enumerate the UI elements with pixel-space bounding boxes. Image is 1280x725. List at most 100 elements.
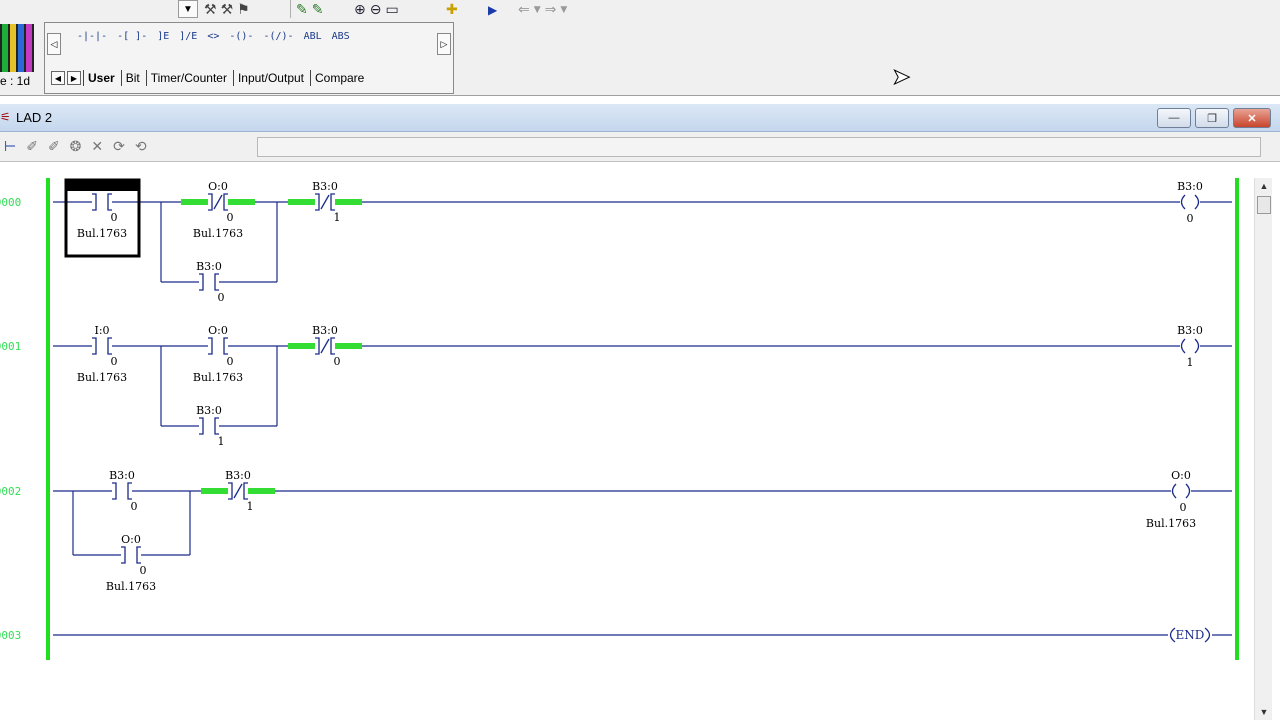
restore-button[interactable]: ❐ [1195,108,1229,128]
rung-2-element-1-address: O:0 [121,533,141,546]
rung-1-element-0-bit: 0 [111,355,118,368]
rung-1-element-4[interactable] [1180,338,1200,354]
rung-1-element-0-gap [92,339,112,353]
dropdown-arrow-icon[interactable]: ▼ [178,0,198,18]
tab-input-output[interactable]: Input/Output [232,70,310,86]
rung-2-element-1[interactable] [121,546,141,564]
rung-1-element-4-address: B3:0 [1177,324,1203,337]
rung-0-element-0-address: I:0 [94,180,109,193]
instruction-buttons: -|-|- -[ ]- ]E ]/E <> -()- -(/)- ABL ABS [77,31,350,42]
delete-icon[interactable]: ✕ [91,138,103,155]
rung-1-element-2-gap [199,419,219,433]
rung-2-element-3-bit: 0 [1180,501,1187,514]
rung-1-element-1-bit: 0 [227,355,234,368]
instruction-button-6[interactable]: -(/)- [263,31,293,42]
rung-0-element-0-gap [92,195,112,209]
rung-0-element-2[interactable] [199,273,219,291]
instruction-button-8[interactable]: ABS [332,31,350,42]
ladder-window: ⚟ LAD 2 — ❐ ✕ ⊢ ✐ ✐ ❂ ✕ ⟳ ⟲ 00000Bul.176… [0,104,1280,720]
ladder-toolbar-icons: ⊢ ✐ ✐ ❂ ✕ ⟳ ⟲ [4,138,147,155]
rung-0-element-2-gap [199,275,219,289]
palette-scroll-right-icon[interactable]: ▷ [437,33,451,55]
rung-0-element-4-address: B3:0 [1177,180,1203,193]
rung-1-element-2-bit: 1 [218,435,225,448]
back-arrow-icon[interactable]: ⇐ [518,2,530,18]
rung-1-element-3[interactable] [288,337,362,355]
scroll-down-icon[interactable]: ▼ [1255,704,1273,720]
rung-0-element-0-description: Bul.1763 [77,227,127,240]
main-toolbar-area: ▼ ⚒ ⚒ ⚑ ✎ ✎ ⊕ ⊖ ▭ ✚ ▶ ⇐ ▼ ⇒ ▼ e : 1d ◁ -… [0,0,1280,96]
paste-rung-icon[interactable]: ⚑ [237,2,250,18]
copy-rung-icon[interactable]: ⚒ [221,2,234,18]
forward-dropdown-icon[interactable]: ▼ [560,5,567,15]
rung-2-element-3-address: O:0 [1171,469,1191,482]
vertical-scrollbar[interactable]: ▲ ▼ [1254,178,1272,720]
rung-1-element-2[interactable] [199,417,219,435]
rung-comment-field[interactable] [257,137,1261,157]
scroll-thumb[interactable] [1257,196,1271,214]
tab-user[interactable]: User [83,70,121,86]
instruction-button-0[interactable]: -|-|- [77,31,107,42]
ladder-editor[interactable]: 00000Bul.1763I:0O:00Bul.1763B3:00B3:01B3… [0,178,1254,720]
rung-0-element-1[interactable] [181,193,255,211]
instruction-button-4[interactable]: <> [207,31,219,42]
close-button[interactable]: ✕ [1233,108,1271,128]
rung-number-3: 0003 [0,629,21,642]
rung-2-element-2[interactable] [201,482,275,500]
test-edits-icon[interactable]: ⟳ [113,138,125,155]
start-rung-edit-icon[interactable]: ⊢ [4,138,16,155]
untest-edits-icon[interactable]: ⟲ [135,138,147,155]
instruction-button-3[interactable]: ]/E [179,31,197,42]
toolbar-history-group: ⇐ ▼ ⇒ ▼ [518,0,567,20]
zoom-in-icon[interactable]: ⊕ [354,2,366,18]
toolbar-zoom-group: ⊕ ⊖ ▭ [354,0,399,20]
rung-2-element-2-address: B3:0 [225,469,251,482]
assemble-edits-icon[interactable]: ❂ [70,138,82,155]
rung-2-element-0[interactable] [112,482,132,500]
mouse-cursor-icon: ➤ [891,64,911,89]
instruction-button-1[interactable]: -[ ]- [117,31,147,42]
toolbar-divider [290,0,291,18]
play-icon[interactable]: ▶ [488,3,497,17]
toolbar-verify-group: ✎ ✎ [296,0,323,20]
tab-next-icon[interactable]: ▶ [67,71,81,85]
rung-2-element-3-description: Bul.1763 [1146,517,1196,530]
palette-tabs: ◀ ▶ User Bit Timer/Counter Input/Output Comp… [51,69,370,87]
verify-file-icon[interactable]: ✎ [296,2,308,18]
tab-compare[interactable]: Compare [310,70,370,86]
rung-0-element-0-bit: 0 [111,211,118,224]
instruction-button-5[interactable]: -()- [229,31,253,42]
ladder-diagram[interactable]: 00000Bul.1763I:0O:00Bul.1763B3:00B3:01B3… [0,178,1254,720]
zoom-fit-icon[interactable]: ▭ [385,2,398,18]
tab-prev-icon[interactable]: ◀ [51,71,65,85]
rung-0-element-3[interactable] [288,193,362,211]
palette-scroll-left-icon[interactable]: ◁ [47,33,61,55]
rung-2-element-0-address: B3:0 [109,469,135,482]
accept-edit-icon[interactable]: ✐ [26,138,38,155]
rung-1-element-4-bit: 1 [1187,356,1194,369]
rung-1-element-0[interactable] [92,337,112,355]
verify-project-icon[interactable]: ✎ [312,2,324,18]
rung-0-element-1-address: O:0 [208,180,228,193]
instruction-button-7[interactable]: ABL [304,31,322,42]
rung-2-element-3[interactable] [1171,483,1191,499]
tab-bit[interactable]: Bit [120,70,146,86]
scroll-up-icon[interactable]: ▲ [1255,178,1273,194]
rung-1-element-3-bit: 0 [334,355,341,368]
back-dropdown-icon[interactable]: ▼ [534,5,541,15]
rung-1-element-1[interactable] [208,337,228,355]
end-label: END [1176,628,1205,642]
add-icon[interactable]: ✚ [446,2,458,18]
forward-arrow-icon[interactable]: ⇒ [545,2,557,18]
cut-rung-icon[interactable]: ⚒ [204,2,217,18]
processor-status-icon[interactable] [0,24,34,72]
rung-number-1: 0001 [0,340,21,353]
tab-timer-counter[interactable]: Timer/Counter [145,70,233,86]
minimize-button[interactable]: — [1157,108,1191,128]
cancel-edit-icon[interactable]: ✐ [48,138,60,155]
rung-0-element-4[interactable] [1180,194,1200,210]
rung-1-element-1-gap [208,339,228,353]
instruction-button-2[interactable]: ]E [157,31,169,42]
ladder-toolbar: ⊢ ✐ ✐ ❂ ✕ ⟳ ⟲ [0,132,1280,162]
zoom-out-icon[interactable]: ⊖ [370,2,382,18]
